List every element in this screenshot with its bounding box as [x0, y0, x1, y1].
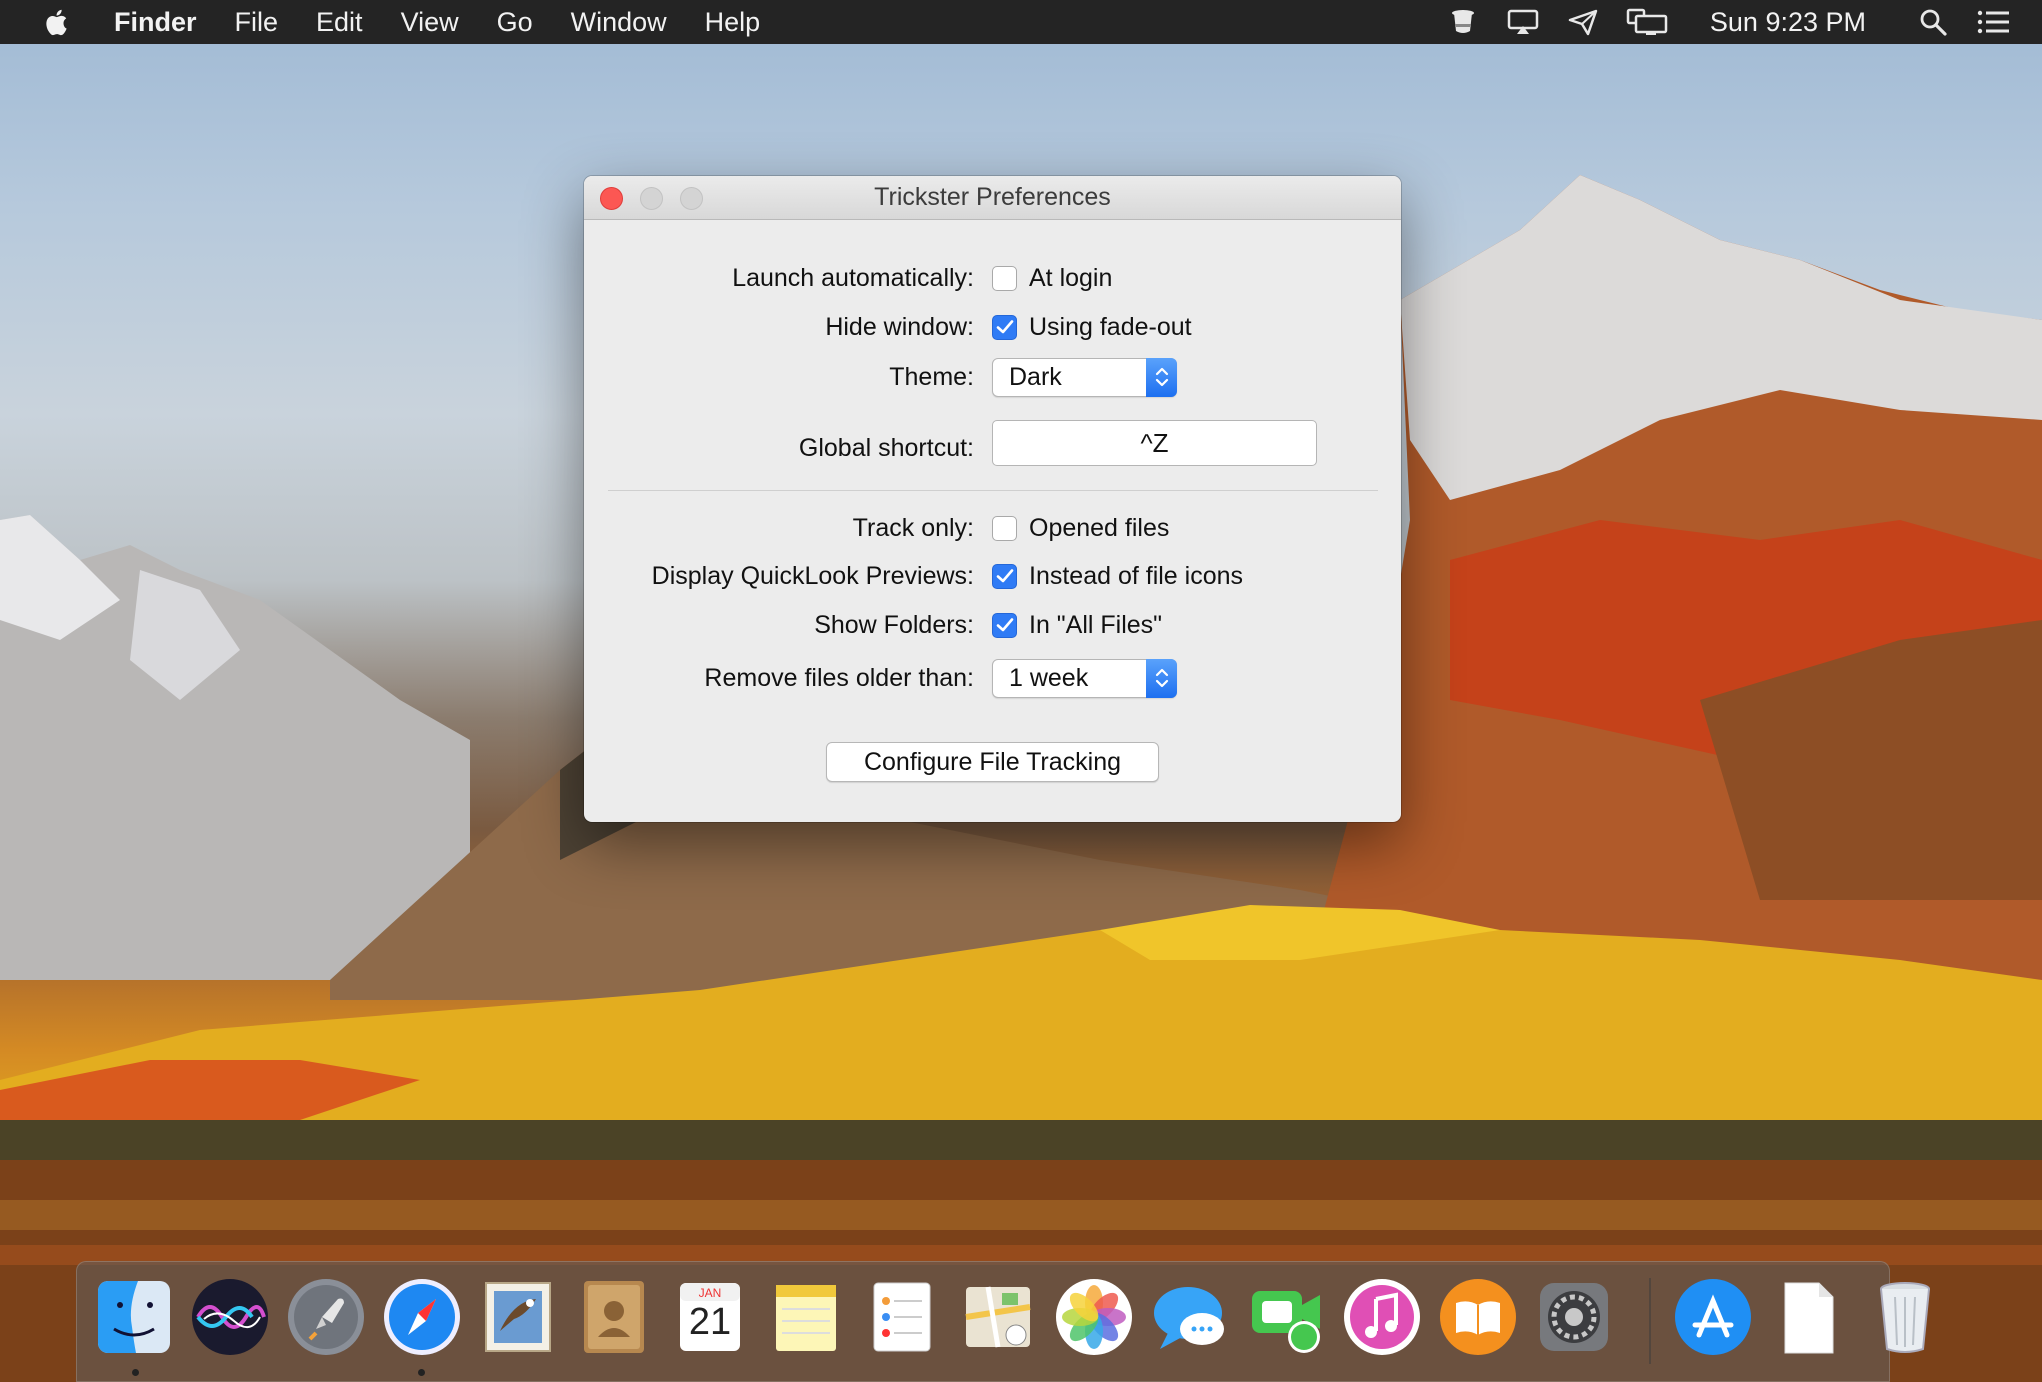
apple-menu-icon[interactable] — [42, 6, 74, 38]
quicklook-label: Display QuickLook Previews: — [651, 562, 974, 590]
menu-bar-clock[interactable]: Sun 9:23 PM — [1710, 7, 1866, 38]
track-control: Opened files — [992, 508, 1169, 548]
menu-app-name[interactable]: Finder — [114, 7, 197, 38]
track-option[interactable]: Opened files — [1029, 514, 1169, 543]
remove-control: 1 week — [992, 658, 1177, 698]
window-title: Trickster Preferences — [874, 183, 1111, 211]
launch-label: Launch automatically: — [732, 264, 974, 292]
running-indicator — [418, 1369, 425, 1376]
ibooks-icon[interactable] — [1438, 1277, 1518, 1357]
itunes-icon[interactable] — [1342, 1277, 1422, 1357]
track-label: Track only: — [852, 514, 974, 542]
trash-icon[interactable] — [1865, 1277, 1945, 1357]
checkmark-icon — [996, 320, 1013, 334]
window-controls — [600, 187, 720, 210]
theme-label: Theme: — [889, 363, 974, 391]
checkmark-icon — [996, 569, 1013, 583]
quicklook-checkbox[interactable] — [992, 563, 1017, 589]
calendar-day: 21 — [688, 1301, 732, 1343]
displays-icon[interactable] — [1626, 7, 1670, 37]
menu-bar-status-area: Sun 9:23 PM — [1446, 0, 2042, 44]
remove-popup[interactable]: 1 week — [992, 658, 1177, 698]
track-checkbox[interactable] — [992, 515, 1017, 541]
contacts-icon[interactable] — [574, 1277, 654, 1357]
list-icon[interactable] — [1976, 7, 2010, 37]
app-store-icon[interactable] — [1673, 1277, 1753, 1357]
safari-icon[interactable] — [382, 1277, 462, 1357]
facetime-icon[interactable] — [1246, 1277, 1326, 1357]
menu-view[interactable]: View — [401, 7, 459, 38]
quicklook-control: Instead of file icons — [992, 556, 1243, 596]
search-icon[interactable] — [1916, 7, 1950, 37]
separator — [608, 490, 1378, 491]
menu-bar: Finder File Edit View Go Window Help Sun… — [0, 0, 2042, 44]
document-icon[interactable] — [1769, 1277, 1849, 1357]
quicklook-option[interactable]: Instead of file icons — [1029, 562, 1243, 591]
launch-row: Launch automatically: At login — [584, 258, 1401, 298]
preferences-window: Trickster Preferences Launch automatical… — [584, 176, 1401, 822]
folders-row: Show Folders: In "All Files" — [584, 605, 1401, 645]
shortcut-control: ^Z — [992, 419, 1317, 467]
dock-separator — [1649, 1278, 1651, 1364]
finder-icon[interactable] — [94, 1277, 174, 1357]
window-titlebar[interactable]: Trickster Preferences — [584, 176, 1401, 220]
theme-value: Dark — [1009, 362, 1062, 391]
theme-row: Theme: Dark — [584, 357, 1401, 397]
screen-share-icon[interactable] — [1506, 7, 1540, 37]
remove-value: 1 week — [1009, 663, 1089, 692]
hide-option[interactable]: Using fade-out — [1029, 313, 1192, 342]
launch-option[interactable]: At login — [1029, 264, 1112, 293]
shortcut-row: Global shortcut: ^Z — [584, 419, 1401, 467]
menu-edit[interactable]: Edit — [316, 7, 363, 38]
mail-icon[interactable] — [478, 1277, 558, 1357]
calendar-month: JAN — [698, 1286, 722, 1300]
shortcut-field[interactable]: ^Z — [992, 420, 1317, 466]
top-hat-icon[interactable] — [1446, 7, 1480, 37]
menu-help[interactable]: Help — [705, 7, 761, 38]
reminders-icon[interactable] — [862, 1277, 942, 1357]
launch-control: At login — [992, 258, 1112, 298]
zoom-button[interactable] — [680, 187, 703, 210]
folders-checkbox[interactable] — [992, 612, 1017, 638]
send-icon[interactable] — [1566, 7, 1600, 37]
hide-control: Using fade-out — [992, 307, 1192, 347]
system-preferences-icon[interactable] — [1534, 1277, 1614, 1357]
shortcut-label: Global shortcut: — [798, 434, 974, 462]
close-button[interactable] — [600, 187, 623, 210]
track-row: Track only: Opened files — [584, 508, 1401, 548]
hide-label: Hide window: — [825, 313, 974, 341]
checkmark-icon — [996, 618, 1013, 632]
configure-file-tracking-button[interactable]: Configure File Tracking — [826, 742, 1159, 782]
theme-control: Dark — [992, 357, 1177, 397]
hide-checkbox[interactable] — [992, 314, 1017, 340]
folders-option[interactable]: In "All Files" — [1029, 611, 1162, 640]
folders-control: In "All Files" — [992, 605, 1162, 645]
running-indicator — [132, 1369, 139, 1376]
menu-go[interactable]: Go — [497, 7, 533, 38]
remove-label: Remove files older than: — [704, 664, 974, 692]
photos-icon[interactable] — [1054, 1277, 1134, 1357]
launchpad-icon[interactable] — [286, 1277, 366, 1357]
folders-label: Show Folders: — [814, 611, 974, 639]
dock: JAN 21 — [76, 1261, 1930, 1382]
launch-checkbox[interactable] — [992, 265, 1017, 291]
notes-icon[interactable] — [766, 1277, 846, 1357]
hide-row: Hide window: Using fade-out — [584, 307, 1401, 347]
siri-icon[interactable] — [190, 1277, 270, 1357]
quicklook-row: Display QuickLook Previews: Instead of f… — [584, 556, 1401, 596]
menu-window[interactable]: Window — [571, 7, 667, 38]
chevron-updown-icon — [1146, 658, 1177, 698]
theme-popup[interactable]: Dark — [992, 357, 1177, 397]
menu-file[interactable]: File — [235, 7, 279, 38]
messages-icon[interactable] — [1150, 1277, 1230, 1357]
minimize-button[interactable] — [640, 187, 663, 210]
remove-row: Remove files older than: 1 week — [584, 658, 1401, 698]
chevron-updown-icon — [1146, 357, 1177, 397]
calendar-icon[interactable]: JAN 21 — [670, 1277, 750, 1357]
maps-icon[interactable] — [958, 1277, 1038, 1357]
